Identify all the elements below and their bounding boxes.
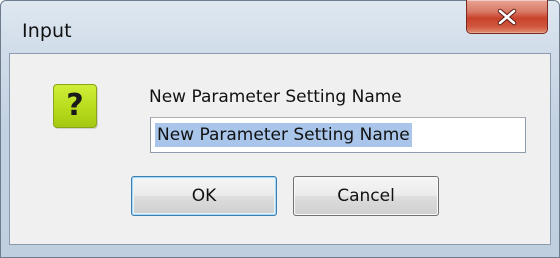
ok-button[interactable]: OK [131, 176, 277, 216]
close-x-icon [497, 8, 517, 25]
input-selected-text: New Parameter Setting Name [155, 123, 412, 147]
cancel-button[interactable]: Cancel [293, 176, 439, 216]
input-dialog-window: Input ? New Parameter Setting Name New P… [0, 0, 560, 258]
window-title: Input [22, 20, 72, 42]
close-button[interactable] [466, 0, 548, 34]
question-glyph: ? [66, 87, 84, 123]
parameter-name-input[interactable]: New Parameter Setting Name [150, 117, 526, 153]
question-icon: ? [53, 84, 97, 128]
prompt-label: New Parameter Setting Name [149, 87, 402, 107]
